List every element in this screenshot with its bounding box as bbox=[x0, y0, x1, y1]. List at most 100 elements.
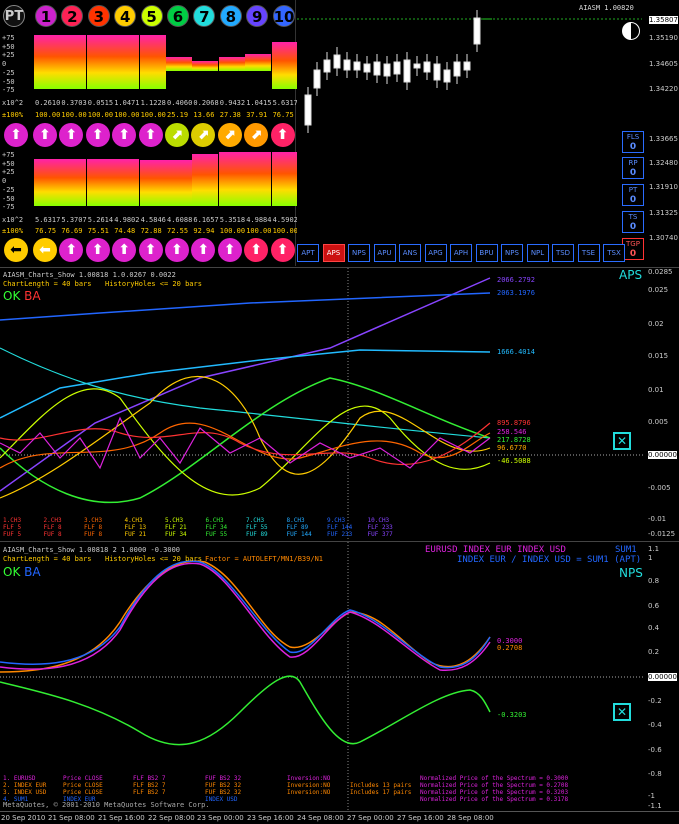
nps-y-tick: 0.8 bbox=[648, 577, 660, 585]
row1-value: 0.3703 bbox=[61, 99, 87, 107]
candle-body bbox=[333, 54, 341, 69]
candle-body bbox=[363, 63, 371, 73]
number-ball-8[interactable]: 8 bbox=[219, 5, 242, 27]
row1-value: 0.2068 bbox=[193, 99, 219, 107]
nps-sum-label: SUM1 bbox=[615, 545, 637, 555]
button-ans[interactable]: ANS bbox=[399, 244, 421, 262]
aps-title: AIASM_Charts_Show 1.00818 1.0.0267 0.002… bbox=[3, 271, 176, 279]
aps-y-tick: -0.0125 bbox=[648, 530, 676, 538]
series-eurusd bbox=[0, 562, 491, 672]
side-button-label: TS bbox=[628, 213, 638, 221]
candle-body bbox=[413, 63, 421, 69]
row4-value: 92.94 bbox=[193, 227, 215, 235]
row3-value: 5.3518 bbox=[219, 216, 246, 224]
nps-y-tick: -0.4 bbox=[648, 721, 662, 729]
time-tick: 24 Sep 08:00 bbox=[297, 814, 344, 822]
time-tick: 23 Sep 16:00 bbox=[247, 814, 294, 822]
side-button-tgp[interactable]: TGP 0 bbox=[622, 238, 644, 260]
side-button-pt[interactable]: PT 0 bbox=[622, 184, 644, 206]
button-tsd[interactable]: TSD bbox=[552, 244, 574, 262]
nps-y-tick: 1.1 bbox=[648, 545, 660, 553]
candle-body bbox=[373, 61, 381, 76]
arrow-up-icon: ⬆ bbox=[191, 238, 216, 262]
button-tsx[interactable]: TSX bbox=[603, 244, 625, 262]
aps-value-label: 895.8796 bbox=[497, 419, 531, 427]
top-bar bbox=[86, 34, 113, 89]
button-apg[interactable]: APG bbox=[424, 244, 447, 262]
row2-value: 13.66 bbox=[193, 111, 215, 119]
aps-legend-flf: FLF 8 bbox=[84, 524, 103, 531]
row4-value: 100.00 bbox=[272, 227, 298, 235]
number-ball-7[interactable]: 7 bbox=[193, 5, 216, 27]
nps-legend-cell: Normalized Price of the Spectrum = 0.317… bbox=[420, 796, 569, 803]
button-aps[interactable]: APS bbox=[322, 244, 345, 262]
number-ball-3[interactable]: 3 bbox=[87, 5, 110, 27]
candle-body bbox=[393, 61, 401, 75]
button-tse[interactable]: TSE bbox=[577, 244, 600, 262]
aps-value-label: -46.5088 bbox=[497, 457, 531, 465]
aps-chart[interactable]: AIASM_Charts_Show 1.00818 1.0.0267 0.002… bbox=[0, 267, 679, 541]
button-aph[interactable]: APH bbox=[450, 244, 472, 262]
nps-value-label: -0.3203 bbox=[497, 711, 527, 719]
row1-value: 1.0471 bbox=[114, 99, 140, 107]
nps-legend-cell: Price CLOSE bbox=[63, 782, 103, 789]
row4-value: 100.00 bbox=[246, 227, 272, 235]
price-tick: 1.30740 bbox=[649, 234, 678, 242]
time-tick: 27 Sep 16:00 bbox=[397, 814, 444, 822]
side-button-fls[interactable]: FLS 0 bbox=[622, 131, 644, 153]
row4-prefix: ±100% bbox=[2, 227, 24, 235]
aps-legend-flf: FLF 233 bbox=[367, 524, 393, 531]
side-button-rp[interactable]: RP 0 bbox=[622, 157, 644, 179]
bottom-bar bbox=[245, 151, 272, 206]
time-tick: 22 Sep 08:00 bbox=[148, 814, 195, 822]
time-tick: 23 Sep 00:00 bbox=[197, 814, 244, 822]
bottom-bar bbox=[139, 159, 166, 206]
row1-value: 0.4060 bbox=[167, 99, 193, 107]
arrow-up-icon: ⬆ bbox=[112, 238, 137, 262]
row4-value: 72.88 bbox=[140, 227, 162, 235]
series-6 bbox=[0, 377, 491, 504]
row2-value: 25.19 bbox=[167, 111, 189, 119]
aps-legend-fuf: FUF 34 bbox=[165, 531, 187, 538]
aps-close-icon[interactable]: ✕ bbox=[613, 432, 631, 450]
nps-chart[interactable]: AIASM_Charts_Show 1.00818 2 1.0000 -0.30… bbox=[0, 541, 679, 812]
button-bpu[interactable]: BPU bbox=[475, 244, 498, 262]
button-nps[interactable]: NPS bbox=[348, 244, 370, 262]
nps-legend-cell: FLF BS2 7 bbox=[133, 775, 166, 782]
button-apt[interactable]: APT bbox=[297, 244, 319, 262]
nps-close-icon[interactable]: ✕ bbox=[613, 703, 631, 721]
time-tick: 20 Sep 2010 bbox=[1, 814, 46, 822]
nps-series-header2: INDEX EUR / INDEX USD = SUM1 (APT) bbox=[457, 555, 642, 565]
aps-legend-fuf: FUF 21 bbox=[124, 531, 147, 538]
row4-value: 76.69 bbox=[61, 227, 83, 235]
number-ball-1[interactable]: 1 bbox=[35, 5, 57, 27]
aps-legend-fuf: FUF 233 bbox=[327, 531, 353, 538]
nps-y-tick: -1.1 bbox=[648, 802, 662, 810]
number-ball-2[interactable]: 2 bbox=[61, 5, 84, 27]
yin-yang-icon[interactable] bbox=[622, 22, 640, 40]
aps-legend-fuf: FUF 8 bbox=[84, 531, 103, 538]
nps-legend-cell: Price CLOSE bbox=[63, 789, 103, 796]
row3-value: 4.5846 bbox=[140, 216, 166, 224]
bottom-bar bbox=[192, 153, 219, 206]
aps-legend-fuf: FUF 55 bbox=[205, 531, 228, 538]
number-ball-10[interactable]: 10 bbox=[272, 5, 295, 27]
aps-ok: OK bbox=[3, 289, 21, 303]
number-ball-4[interactable]: 4 bbox=[114, 5, 137, 27]
side-button-label: TGP bbox=[626, 240, 640, 248]
row3-value: 6.1657 bbox=[193, 216, 219, 224]
arrow-ne-icon: ⬈ bbox=[165, 123, 189, 147]
aps-legend-flf: FLF 5 bbox=[3, 524, 22, 531]
button-npl[interactable]: NPL bbox=[526, 244, 549, 262]
button-nps[interactable]: NPS bbox=[501, 244, 523, 262]
number-ball-9[interactable]: 9 bbox=[246, 5, 269, 27]
aps-y-tick: 0.00000 bbox=[648, 451, 677, 459]
number-ball-5[interactable]: 5 bbox=[140, 5, 163, 27]
candle-body bbox=[443, 69, 451, 83]
button-apu[interactable]: APU bbox=[373, 244, 396, 262]
nps-series-header: EURUSD INDEX EUR INDEX USD bbox=[425, 545, 566, 555]
pt-ball[interactable]: PT bbox=[3, 5, 25, 27]
number-ball-6[interactable]: 6 bbox=[167, 5, 189, 27]
side-button-label: PT bbox=[628, 186, 638, 194]
side-button-ts[interactable]: TS 0 bbox=[622, 211, 644, 233]
